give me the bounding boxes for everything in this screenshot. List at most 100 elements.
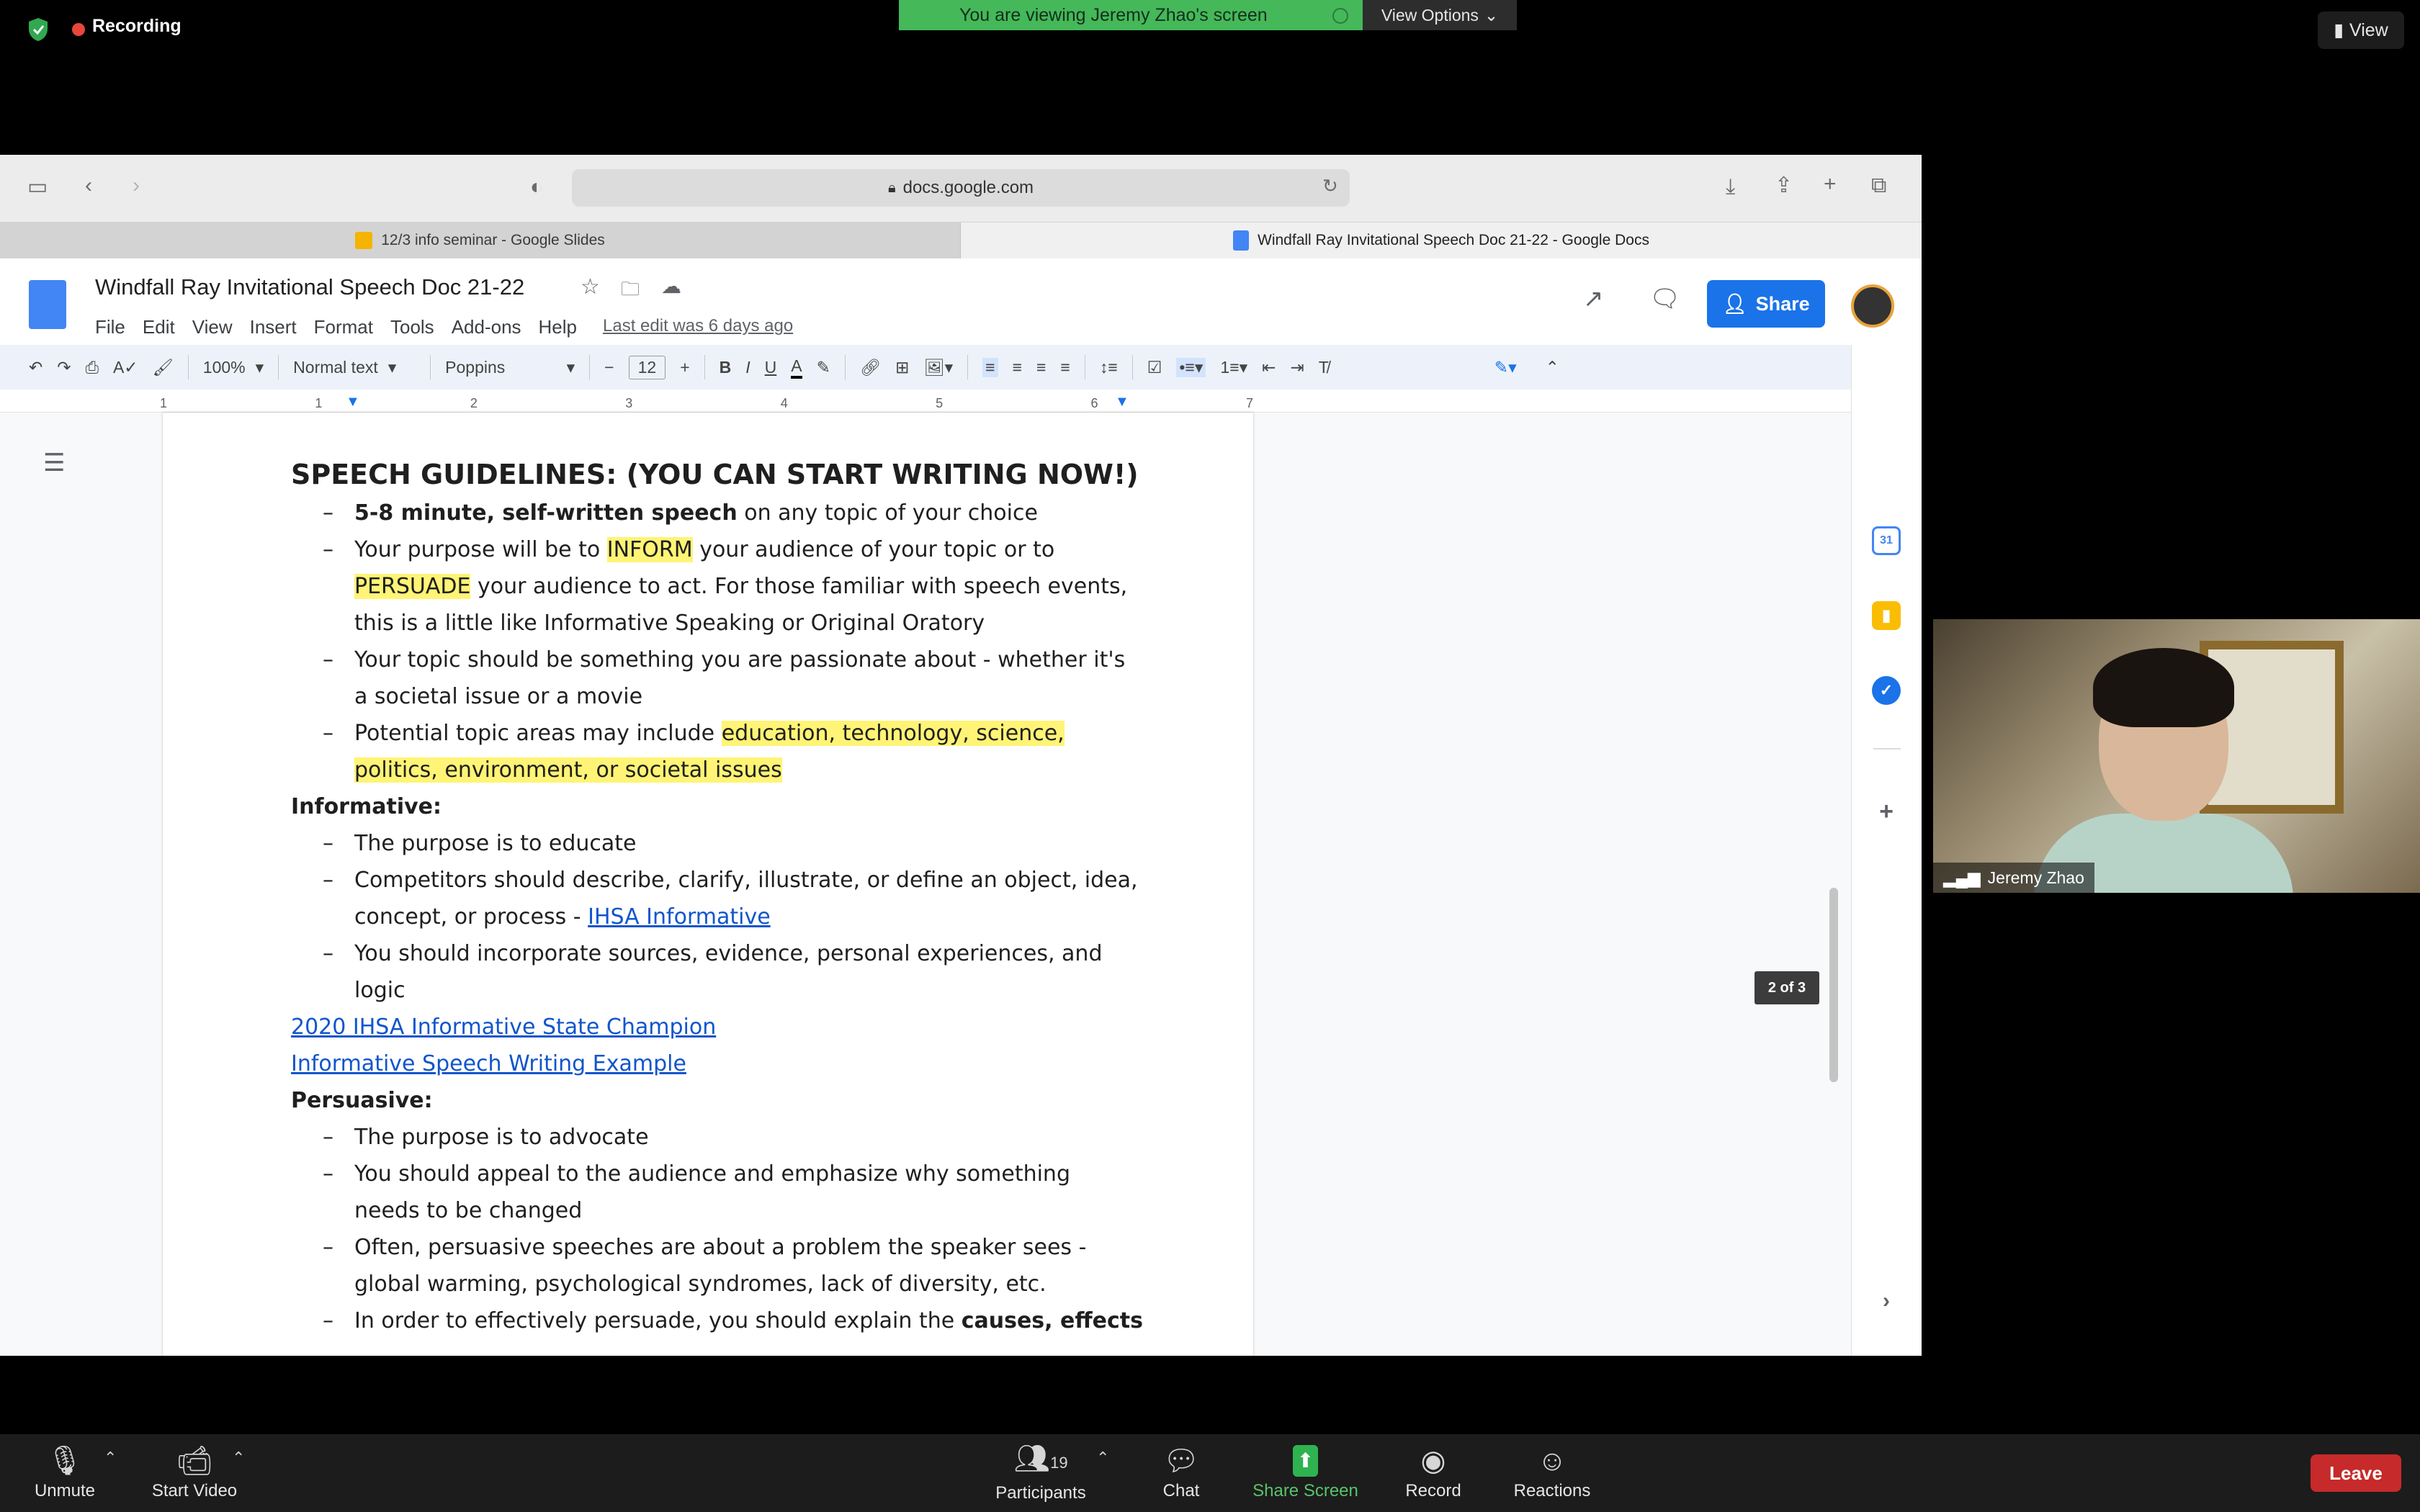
ruler-mark: 2	[470, 396, 478, 410]
chat-button[interactable]: 💬︎ Chat	[1145, 1434, 1217, 1512]
justify-icon[interactable]: ≡	[1060, 358, 1070, 377]
reactions-button[interactable]: ☺︎ Reactions	[1505, 1434, 1599, 1512]
calendar-icon[interactable]: 31	[1872, 526, 1901, 555]
italic-icon[interactable]: I	[745, 358, 750, 377]
document-outline-icon[interactable]: ☰	[43, 449, 65, 477]
menu-edit[interactable]: Edit	[143, 316, 175, 338]
record-button[interactable]: ◉ Record	[1394, 1434, 1473, 1512]
participants-button[interactable]: 👥︎19 Participants	[987, 1434, 1095, 1512]
collapse-menus-icon[interactable]: ⌃	[1546, 358, 1559, 377]
last-edit-link[interactable]: Last edit was 6 days ago	[603, 316, 793, 338]
spellcheck-icon[interactable]: A✓	[113, 358, 138, 377]
share-button[interactable]: 👤︎ Share	[1707, 280, 1825, 328]
new-tab-icon[interactable]: +	[1824, 174, 1837, 195]
align-left-icon[interactable]: ≡	[982, 357, 998, 377]
video-options-chevron-icon[interactable]: ⌃	[232, 1449, 245, 1467]
insert-image-icon[interactable]: 🖼︎▾	[923, 358, 953, 377]
expand-panel-icon[interactable]: ›	[1872, 1287, 1901, 1315]
align-right-icon[interactable]: ≡	[1036, 358, 1046, 377]
style-select[interactable]: Normal text ▾	[293, 358, 416, 377]
font-size-input[interactable]: 12	[628, 355, 666, 379]
vertical-scrollbar[interactable]	[1829, 888, 1838, 1082]
increase-font-size-icon[interactable]: +	[680, 358, 689, 377]
numbered-list-icon[interactable]: 1≡▾	[1220, 358, 1247, 377]
increase-indent-icon[interactable]: ⇥	[1290, 358, 1304, 377]
redo-icon[interactable]: ↷	[57, 358, 71, 377]
insert-link-icon[interactable]: 🔗︎	[860, 358, 881, 377]
ruler-mark: 6	[1090, 396, 1098, 410]
cloud-status-icon[interactable]: ☁︎	[661, 274, 681, 298]
persuasive-item: – You should appeal to the audience and …	[291, 1156, 1184, 1229]
decrease-indent-icon[interactable]: ⇤	[1262, 358, 1276, 377]
account-avatar[interactable]	[1851, 284, 1894, 328]
share-arrow-icon: ⬆	[1292, 1445, 1319, 1477]
font-select[interactable]: Poppins ▾	[445, 358, 575, 377]
undo-icon[interactable]: ↶	[29, 358, 42, 377]
security-shield-icon[interactable]	[27, 17, 49, 42]
text-color-icon[interactable]: A	[791, 356, 802, 379]
bold-icon[interactable]: B	[720, 358, 732, 377]
move-folder-icon[interactable]: 🗀︎	[621, 276, 640, 307]
ihsa-informative-link[interactable]: IHSA Informative	[588, 904, 771, 930]
view-button[interactable]: ▮ View	[2318, 12, 2404, 49]
document-title[interactable]: Windfall Ray Invitational Speech Doc 21-…	[95, 274, 524, 300]
share-screen-button[interactable]: ⬆ Share Screen	[1246, 1434, 1365, 1512]
menu-view[interactable]: View	[192, 316, 233, 338]
start-video-button[interactable]: 📹︎ Start Video	[137, 1434, 252, 1512]
menu-insert[interactable]: Insert	[250, 316, 297, 338]
unmute-button[interactable]: 🎙︎ Unmute	[22, 1434, 108, 1512]
underline-icon[interactable]: U	[765, 358, 777, 377]
star-icon[interactable]: ☆	[581, 274, 600, 300]
decrease-font-size-icon[interactable]: −	[604, 358, 614, 377]
menu-format[interactable]: Format	[314, 316, 373, 338]
clear-formatting-icon[interactable]: T̸	[1319, 358, 1329, 377]
menu-tools[interactable]: Tools	[390, 316, 434, 338]
bullet-dash: –	[323, 721, 333, 746]
document-page[interactable]: SPEECH GUIDELINES: (YOU CAN START WRITIN…	[163, 413, 1253, 1356]
paint-format-icon[interactable]: 🖌︎	[153, 358, 174, 377]
url-field[interactable]: 🔒︎ docs.google.com	[572, 169, 1350, 207]
bullet-dash: –	[323, 831, 333, 856]
person-icon: 👤︎	[1722, 293, 1747, 315]
document-body[interactable]: SPEECH GUIDELINES: (YOU CAN START WRITIN…	[291, 456, 1184, 1339]
writing-example-link[interactable]: Informative Speech Writing Example	[291, 1045, 1184, 1082]
print-icon[interactable]: ⎙	[86, 358, 99, 377]
leave-button[interactable]: Leave	[2311, 1454, 2401, 1492]
align-center-icon[interactable]: ≡	[1013, 358, 1022, 377]
line-spacing-icon[interactable]: ↕≡	[1100, 358, 1118, 377]
keep-icon[interactable]: ▮	[1872, 601, 1901, 630]
tab-overview-icon[interactable]: ⧉	[1871, 175, 1886, 197]
guideline-text: Your purpose will be to	[354, 537, 607, 562]
share-sheet-icon[interactable]: ⇪	[1775, 175, 1793, 197]
bulleted-list-icon[interactable]: •≡▾	[1176, 357, 1206, 377]
activity-trend-icon[interactable]: ↗	[1583, 284, 1604, 313]
participants-options-chevron-icon[interactable]: ⌃	[1096, 1449, 1109, 1467]
checklist-icon[interactable]: ☑	[1147, 358, 1162, 377]
privacy-shield-icon[interactable]: ◐	[530, 176, 543, 198]
tab-google-docs[interactable]: Windfall Ray Invitational Speech Doc 21-…	[961, 222, 1922, 258]
editing-mode-icon[interactable]: ✎▾	[1494, 358, 1517, 377]
reload-icon[interactable]: ↻	[1322, 176, 1338, 195]
highlight-icon[interactable]: ✎	[817, 358, 830, 377]
add-addon-icon[interactable]: +	[1872, 797, 1901, 826]
tasks-icon[interactable]: ✓	[1872, 676, 1901, 705]
download-icon[interactable]: ⤓	[1726, 176, 1735, 198]
menu-help[interactable]: Help	[539, 316, 577, 338]
right-indent-marker-icon[interactable]: ▼	[1115, 394, 1129, 410]
audio-options-chevron-icon[interactable]: ⌃	[104, 1449, 117, 1467]
view-options-button[interactable]: View Options ⌄	[1363, 0, 1517, 30]
comment-icon[interactable]: 🗨︎	[1649, 284, 1680, 313]
participant-video[interactable]: ▂▄▆ Jeremy Zhao	[1933, 619, 2420, 893]
guideline-text: a societal issue or a movie	[354, 684, 643, 709]
menu-add-ons[interactable]: Add-ons	[452, 316, 521, 338]
insert-comment-icon[interactable]: ⊞	[895, 358, 909, 377]
state-champion-link[interactable]: 2020 IHSA Informative State Champion	[291, 1009, 1184, 1045]
tab-google-slides[interactable]: 12/3 info seminar - Google Slides	[0, 222, 961, 258]
back-icon[interactable]: ‹	[85, 175, 92, 197]
sidebar-toggle-icon[interactable]: ▭	[27, 176, 48, 198]
menu-file[interactable]: File	[95, 316, 125, 338]
docs-logo-icon[interactable]	[29, 280, 66, 329]
left-indent-marker-icon[interactable]: ▼	[346, 394, 360, 410]
zoom-select[interactable]: 100% ▾	[203, 358, 264, 377]
forward-icon[interactable]: ›	[133, 175, 140, 197]
